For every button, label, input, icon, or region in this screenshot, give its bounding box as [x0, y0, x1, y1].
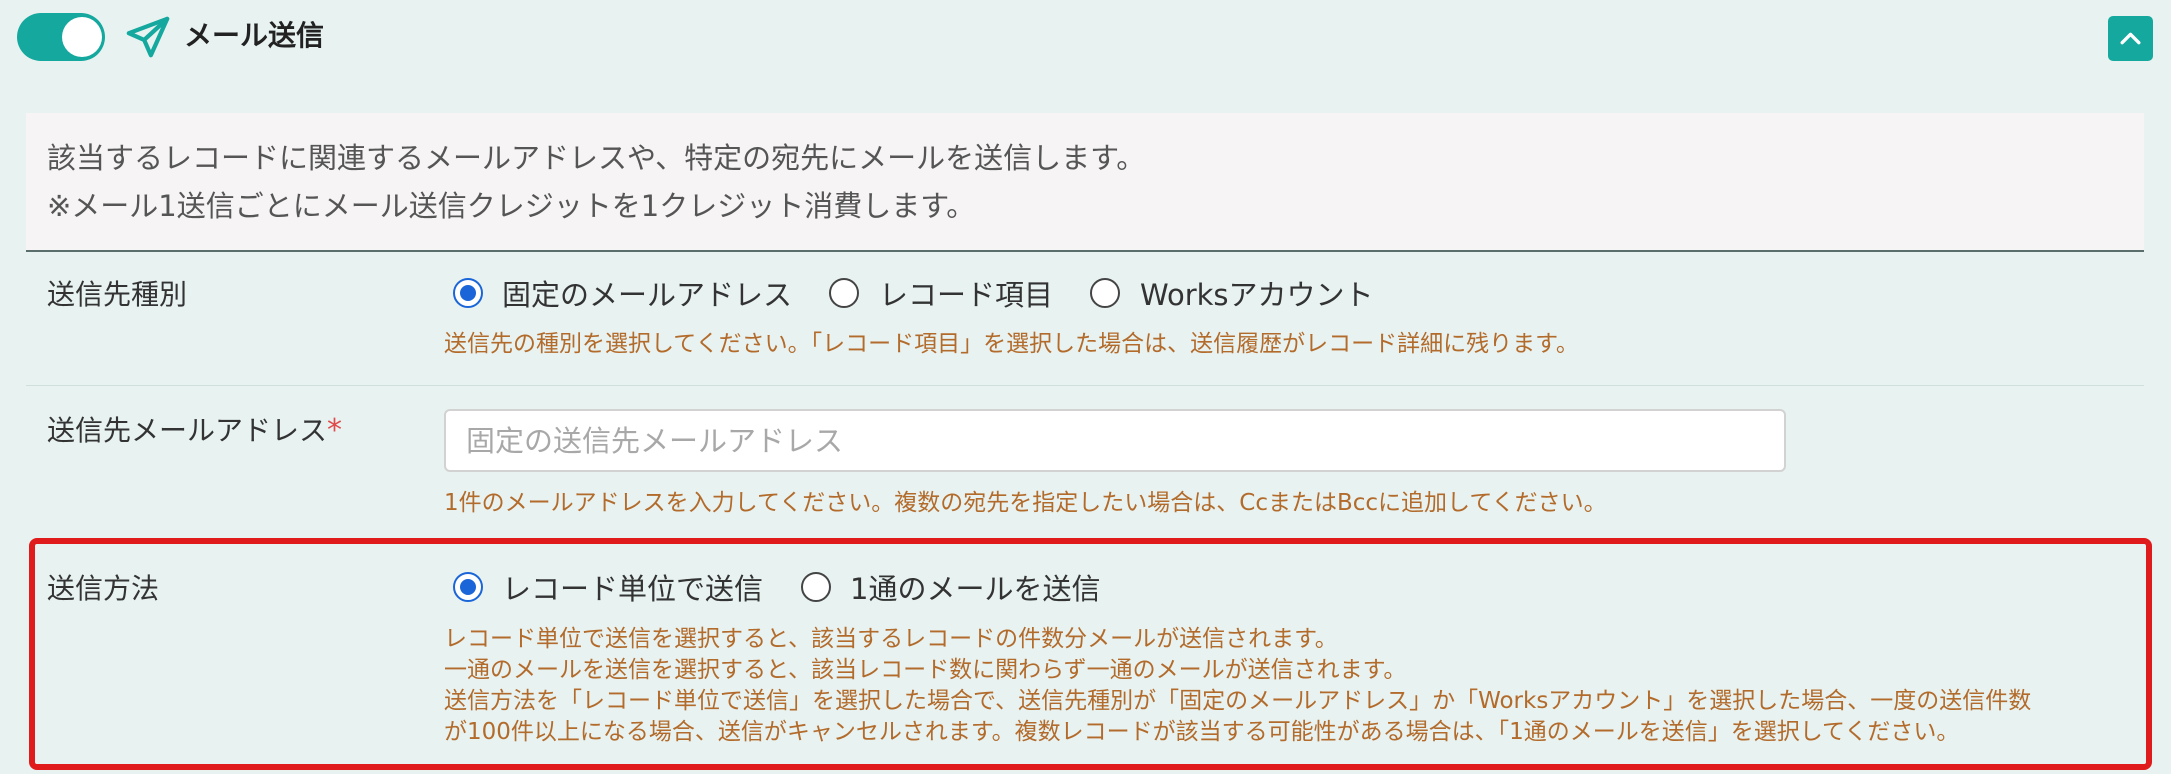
destination-type-label: 送信先種別	[47, 278, 188, 311]
option-label-record-field[interactable]: レコード項目	[879, 272, 1053, 314]
destination-email-help: 1件のメールアドレスを入力してください。複数の宛先を指定したい場合は、Ccまたは…	[444, 490, 1607, 516]
option-label-fixed-email[interactable]: 固定のメールアドレス	[502, 272, 792, 314]
option-label-single-mail[interactable]: 1通のメールを送信	[850, 566, 1100, 608]
toggle-knob	[62, 17, 102, 57]
send-method-help-3: 送信方法を「レコード単位で送信」を選択した場合で、送信先種別が「固定のメールアド…	[444, 688, 2032, 714]
option-label-works-account[interactable]: Worksアカウント	[1140, 272, 1374, 314]
section-header: メール送信	[0, 0, 2171, 75]
divider	[26, 385, 2144, 386]
description-line-1: 該当するレコードに関連するメールアドレスや、特定の宛先にメールを送信します。	[47, 141, 1146, 175]
description-box: 該当するレコードに関連するメールアドレスや、特定の宛先にメールを送信します。 ※…	[26, 113, 2144, 250]
section-title: メール送信	[184, 19, 325, 52]
option-label-per-record[interactable]: レコード単位で送信	[502, 566, 763, 608]
radio-record-field[interactable]	[829, 278, 859, 308]
enable-toggle[interactable]	[17, 13, 105, 61]
destination-email-label: 送信先メールアドレス*	[47, 409, 342, 449]
radio-fixed-email[interactable]	[453, 278, 483, 308]
send-method-help-2: 一通のメールを送信を選択すると、該当レコード数に関わらず一通のメールが送信されま…	[444, 657, 1407, 683]
paper-plane-icon	[126, 16, 170, 58]
chevron-up-icon	[2120, 32, 2141, 45]
send-method-label: 送信方法	[47, 572, 160, 605]
radio-works-account[interactable]	[1090, 278, 1120, 308]
send-method-help-1: レコード単位で送信を選択すると、該当するレコードの件数分メールが送信されます。	[444, 626, 1338, 652]
destination-email-input[interactable]	[444, 409, 1786, 472]
destination-type-help: 送信先の種別を選択してください。「レコード項目」を選択した場合は、送信履歴がレコ…	[444, 331, 1579, 357]
radio-per-record[interactable]	[453, 572, 483, 602]
description-line-2: ※メール1送信ごとにメール送信クレジットを1クレジット消費します。	[47, 189, 976, 223]
send-method-help-4: が100件以上になる場合、送信がキャンセルされます。複数レコードが該当する可能性…	[444, 719, 1960, 745]
radio-single-mail[interactable]	[801, 572, 831, 602]
collapse-button[interactable]	[2108, 16, 2153, 61]
divider	[26, 250, 2144, 252]
required-mark: *	[327, 413, 343, 448]
destination-email-label-text: 送信先メールアドレス	[47, 414, 328, 447]
